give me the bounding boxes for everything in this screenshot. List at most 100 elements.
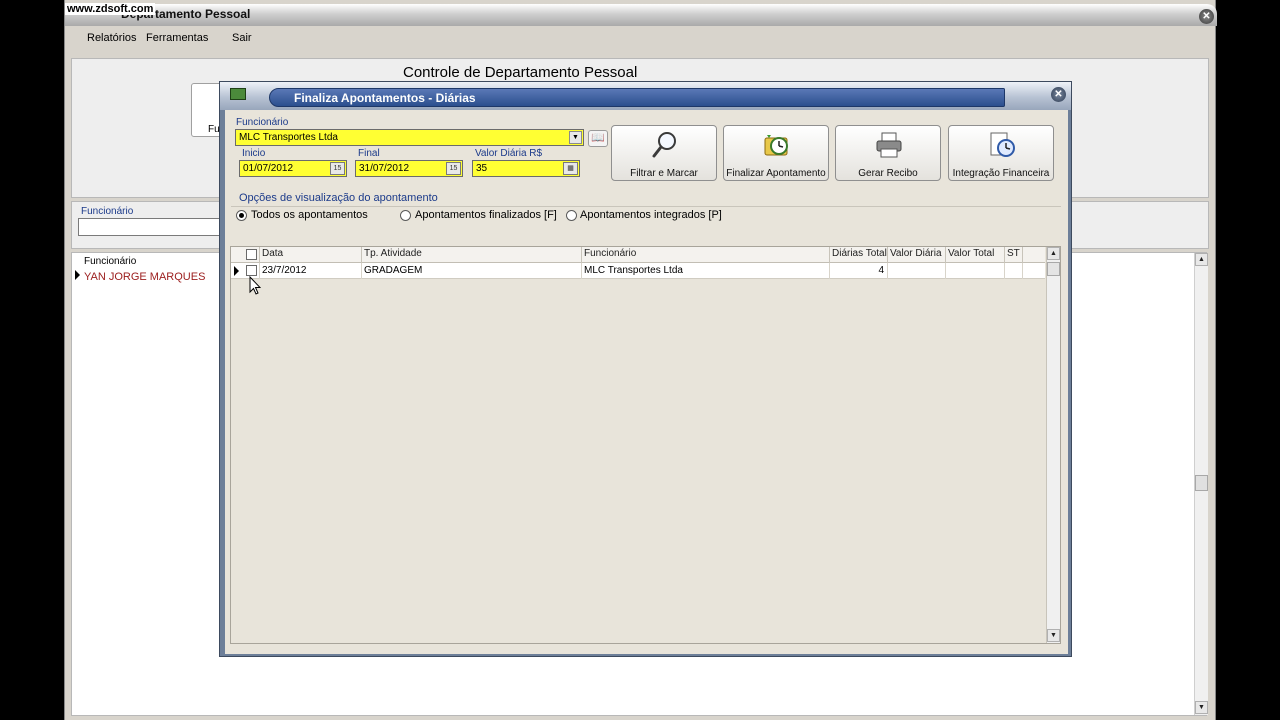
cell-funcionario[interactable]: MLC Transportes Ltda [584, 265, 683, 276]
cell-diarias-total[interactable]: 4 [832, 265, 884, 276]
gerar-recibo-label: Gerar Recibo [858, 168, 918, 179]
column-divider [1004, 247, 1005, 263]
filtrar-marcar-button[interactable]: Filtrar e Marcar [611, 125, 717, 181]
cell-divider [887, 263, 888, 279]
column-divider [361, 247, 362, 263]
scroll-thumb[interactable] [1195, 475, 1208, 491]
list-item[interactable]: YAN JORGE MARQUES [84, 271, 205, 283]
app-icon [230, 88, 246, 100]
mouse-cursor-icon [249, 276, 261, 295]
funcionario-filter-input[interactable] [78, 218, 226, 236]
column-divider [887, 247, 888, 263]
integracao-financeira-button[interactable]: Integração Financeira [948, 125, 1054, 181]
column-divider [1022, 247, 1023, 263]
radio-finalizados[interactable] [400, 210, 411, 221]
row-checkbox[interactable] [246, 265, 257, 276]
column-header-valor-total[interactable]: Valor Total [948, 248, 1004, 259]
scroll-thumb[interactable] [1047, 262, 1060, 276]
cell-divider [581, 263, 582, 279]
dialog-titlebar: Finaliza Apontamentos - Diárias ✕ [220, 82, 1071, 110]
column-header-valor-diaria[interactable]: Valor Diária [890, 248, 946, 259]
row-pointer-icon [234, 266, 239, 276]
cell-divider [1022, 263, 1023, 279]
cell-divider [1004, 263, 1005, 279]
column-divider [945, 247, 946, 263]
cell-atividade[interactable]: GRADAGEM [364, 265, 422, 276]
main-titlebar: Departamento Pessoal ✕ [65, 4, 1217, 26]
calendar-icon[interactable]: 15 [446, 162, 461, 175]
grid-header: Data Tp. Atividade Funcionário Diárias T… [231, 247, 1045, 263]
grid-scrollbar[interactable]: ▲ ▼ [1046, 247, 1060, 643]
radio-finalizados-label[interactable]: Apontamentos finalizados [F] [415, 209, 557, 221]
column-divider [581, 247, 582, 263]
apontamentos-grid: Data Tp. Atividade Funcionário Diárias T… [230, 246, 1061, 644]
gerar-recibo-button[interactable]: Gerar Recibo [835, 125, 941, 181]
column-divider [829, 247, 830, 263]
finalizar-apontamento-button[interactable]: Finalizar Apontamento [723, 125, 829, 181]
scroll-down-icon[interactable]: ▼ [1047, 629, 1060, 642]
finaliza-apontamentos-dialog: Finaliza Apontamentos - Diárias ✕ Funcio… [219, 81, 1072, 657]
dialog-title-pill: Finaliza Apontamentos - Diárias [269, 88, 1005, 107]
magnifier-icon [652, 132, 676, 158]
column-divider [259, 247, 260, 263]
main-close-icon[interactable]: ✕ [1199, 9, 1214, 24]
watermark: www.zdsoft.com [65, 3, 156, 15]
calendar-icon[interactable]: 15 [330, 162, 345, 175]
inicio-label: Inicio [242, 148, 266, 159]
tile-label: Fu [208, 124, 220, 135]
cell-divider [945, 263, 946, 279]
dialog-body: Funcionário MLC Transportes Ltda ▼ 📖 Ini… [225, 110, 1068, 654]
radio-selected-dot [239, 213, 244, 218]
menubar: Relatórios Ferramentas Sair [65, 28, 1215, 50]
row-pointer-icon [75, 270, 80, 280]
book-icon[interactable]: 📖 [588, 130, 608, 147]
employee-list-scrollbar[interactable]: ▲ ▼ [1194, 253, 1208, 715]
employee-list-header: Funcionário [84, 256, 137, 267]
cell-divider [829, 263, 830, 279]
radio-integrados[interactable] [566, 210, 577, 221]
table-row[interactable]: 23/7/2012 GRADAGEM MLC Transportes Ltda … [231, 263, 1045, 279]
funcionario-combo[interactable]: MLC Transportes Ltda ▼ [235, 129, 584, 146]
finalizar-apontamento-label: Finalizar Apontamento [726, 168, 826, 179]
valor-diaria-label: Valor Diária R$ [475, 148, 543, 159]
menu-ferramentas[interactable]: Ferramentas [146, 32, 208, 44]
menu-relatorios[interactable]: Relatórios [87, 32, 137, 44]
column-header-data[interactable]: Data [262, 248, 358, 259]
calculator-icon[interactable]: ▦ [563, 162, 578, 175]
scroll-up-icon[interactable]: ▲ [1047, 247, 1060, 260]
column-header-atividade[interactable]: Tp. Atividade [364, 248, 579, 259]
select-all-checkbox[interactable] [246, 249, 257, 260]
column-header-diarias-total[interactable]: Diárias Total [832, 248, 888, 259]
valor-diaria-value: 35 [476, 163, 488, 174]
cell-divider [361, 263, 362, 279]
inicio-value: 01/07/2012 [243, 163, 294, 174]
page-title: Controle de Departamento Pessoal [403, 64, 638, 81]
integracao-financeira-label: Integração Financeira [952, 168, 1050, 179]
filter-label: Funcionário [81, 206, 134, 217]
final-label: Final [358, 148, 380, 159]
radio-todos[interactable] [236, 210, 247, 221]
final-value: 31/07/2012 [359, 163, 410, 174]
cell-data[interactable]: 23/7/2012 [262, 265, 307, 276]
options-section-title: Opções de visualização do apontamento [239, 192, 438, 204]
final-date-input[interactable]: 31/07/2012 15 [355, 160, 463, 177]
divider [231, 206, 1061, 207]
scroll-up-icon[interactable]: ▲ [1195, 253, 1208, 266]
menu-sair[interactable]: Sair [232, 32, 252, 44]
column-header-funcionario[interactable]: Funcionário [584, 248, 824, 259]
folder-clock-icon [764, 135, 788, 156]
inicio-date-input[interactable]: 01/07/2012 15 [239, 160, 347, 177]
funcionario-value: MLC Transportes Ltda [239, 132, 338, 143]
document-clock-icon [990, 132, 1015, 157]
valor-diaria-input[interactable]: 35 ▦ [472, 160, 580, 177]
column-header-st[interactable]: ST [1007, 248, 1023, 259]
radio-integrados-label[interactable]: Apontamentos integrados [P] [580, 209, 722, 221]
filtrar-marcar-label: Filtrar e Marcar [630, 168, 698, 179]
dialog-title: Finaliza Apontamentos - Diárias [294, 91, 476, 105]
dialog-close-icon[interactable]: ✕ [1051, 87, 1066, 102]
funcionario-label: Funcionário [236, 117, 289, 128]
printer-icon [876, 132, 902, 158]
radio-todos-label[interactable]: Todos os apontamentos [251, 209, 368, 221]
scroll-down-icon[interactable]: ▼ [1195, 701, 1208, 714]
chevron-down-icon[interactable]: ▼ [569, 131, 582, 144]
